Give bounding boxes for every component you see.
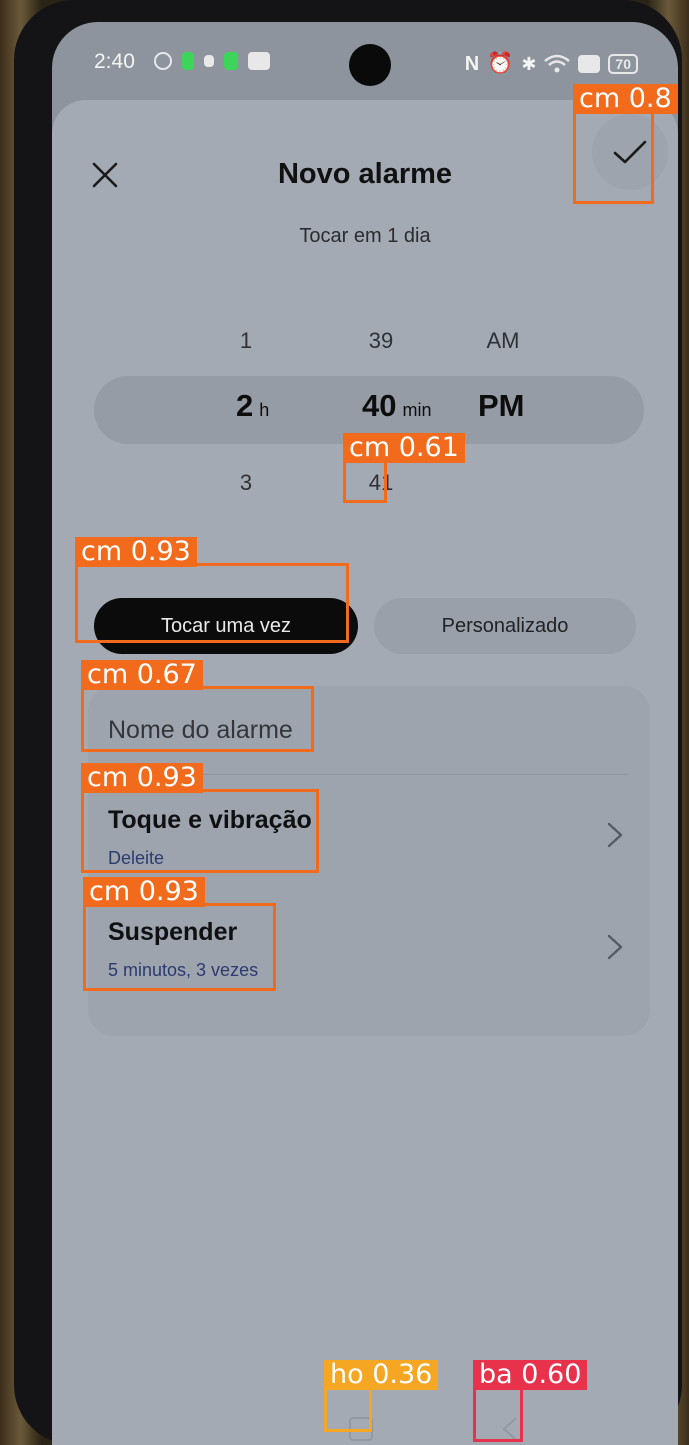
alarm-name-input[interactable] <box>108 708 628 752</box>
back-icon <box>502 1417 517 1441</box>
phone-frame: 2:40 N ⏰ ✱ 70 Novo alarme Tocar em 1 dia… <box>14 0 682 1445</box>
minute-unit: min <box>402 400 432 420</box>
status-left-icons <box>154 52 270 70</box>
home-icon <box>349 1417 373 1441</box>
ringtone-value: Deleite <box>108 848 165 868</box>
hour-value: 2 <box>236 388 254 423</box>
ringtone-vibration-row[interactable]: Toque e vibração Deleite <box>88 788 650 884</box>
minute-below[interactable]: 41 <box>358 470 404 496</box>
snooze-value: 5 minutos, 3 vezes <box>108 960 259 980</box>
signal-icon <box>224 52 238 70</box>
home-button[interactable] <box>338 1406 384 1445</box>
confirm-button[interactable] <box>592 114 668 190</box>
page-title: Novo alarme <box>277 158 453 190</box>
hour-unit: h <box>259 400 270 420</box>
screen-icon <box>578 55 601 73</box>
period-selected[interactable]: PM <box>478 388 525 424</box>
phone-screen: 2:40 N ⏰ ✱ 70 Novo alarme Tocar em 1 dia… <box>52 22 678 1445</box>
message-icon <box>248 52 270 70</box>
hour-selected[interactable]: 2h <box>236 388 269 424</box>
detection-label-back: ba 0.60 <box>473 1360 588 1390</box>
navigation-bar <box>52 1390 678 1445</box>
minute-selected[interactable]: 40 min <box>362 388 432 424</box>
alarm-settings-card: Toque e vibração Deleite Suspender 5 min… <box>88 686 650 1036</box>
ringtone-title: Toque e vibração <box>108 806 312 834</box>
status-right-icons: N ⏰ ✱ 70 <box>465 52 638 76</box>
detection-label-minute-below: cm 0.61 <box>343 433 465 463</box>
snooze-title: Suspender <box>108 918 238 946</box>
signal-icon <box>182 52 194 70</box>
snooze-row[interactable]: Suspender 5 minutos, 3 vezes <box>88 900 650 996</box>
detection-label-home: ho 0.36 <box>324 1360 439 1390</box>
bluetooth-icon: ✱ <box>521 53 537 74</box>
wifi-icon <box>544 54 571 73</box>
check-icon <box>613 140 647 164</box>
alarm-icon: ⏰ <box>487 52 514 75</box>
nfc-icon: N <box>464 52 480 75</box>
period-value: PM <box>478 388 525 423</box>
chevron-right-icon <box>607 934 623 960</box>
detection-label-ringtone: cm 0.93 <box>81 763 203 793</box>
detection-label-ring-once: cm 0.93 <box>75 537 197 567</box>
period-above[interactable]: AM <box>472 328 534 354</box>
custom-repeat-button[interactable]: Personalizado <box>374 598 636 654</box>
notification-icon <box>204 55 214 67</box>
detection-label-confirm: cm 0.8 <box>573 84 678 114</box>
ring-time-subtitle: Tocar em 1 dia <box>299 225 431 247</box>
time-picker[interactable]: 1 39 AM 2h 40 min PM 3 41 <box>52 310 678 510</box>
detection-label-alarm-name: cm 0.67 <box>81 660 203 690</box>
ring-once-button[interactable]: Tocar uma vez <box>94 598 358 654</box>
hour-above[interactable]: 1 <box>226 328 266 354</box>
steering-icon <box>154 52 172 70</box>
minute-value: 40 <box>362 388 397 423</box>
detection-label-snooze: cm 0.93 <box>83 877 205 907</box>
chevron-right-icon <box>607 822 623 848</box>
back-button[interactable] <box>488 1406 534 1445</box>
front-camera <box>349 44 391 86</box>
minute-above[interactable]: 39 <box>358 328 404 354</box>
battery-indicator: 70 <box>608 54 638 74</box>
hour-below[interactable]: 3 <box>226 470 266 496</box>
status-time: 2:40 <box>94 50 135 73</box>
